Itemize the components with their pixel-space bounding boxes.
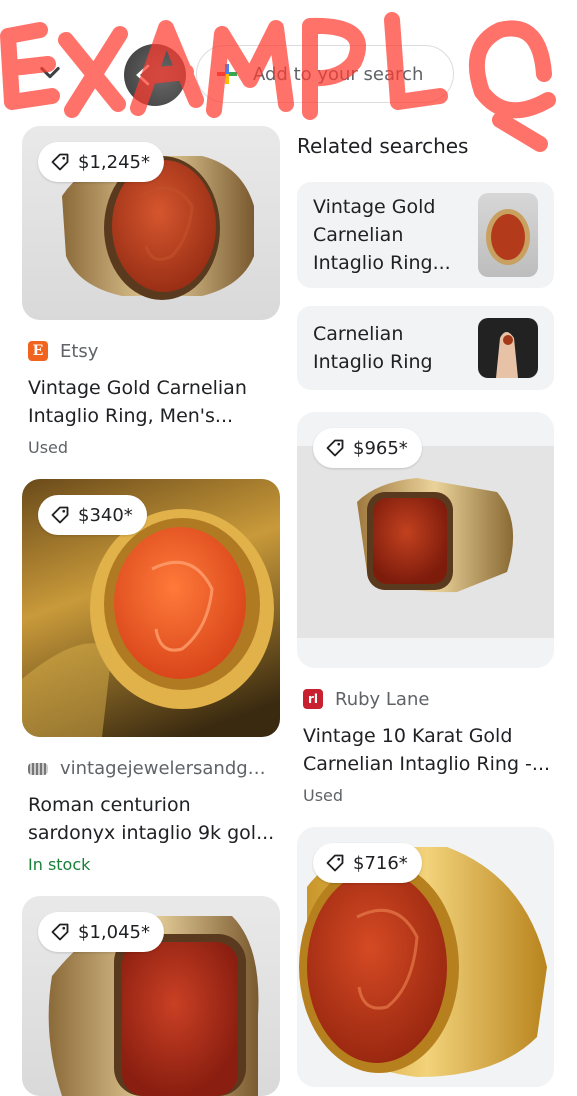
chevron-down-icon [40,66,60,79]
related-search-thumbnail [478,318,538,378]
tag-icon [51,923,69,941]
tag-icon [326,854,344,872]
top-bar: Add to your search [0,0,577,120]
result-card[interactable]: $1,045* [22,896,280,1096]
price: $716* [353,852,408,874]
condition-label: Used [28,438,69,457]
result-card[interactable]: $965* rl Ruby Lane Vintage 10 Karat Gold… [297,412,554,805]
related-search-item[interactable]: Carnelian Intaglio Ring [297,306,554,390]
product-image[interactable]: $965* [297,412,554,668]
price: $1,245* [78,151,150,173]
query-image-thumbnail[interactable] [124,44,186,106]
price-tag: $1,245* [38,142,164,182]
search-placeholder: Add to your search [253,63,424,85]
price: $1,045* [78,921,150,943]
source-row: rl Ruby Lane [297,686,554,712]
price: $965* [353,437,408,459]
price-tag: $340* [38,495,147,535]
price-tag: $1,045* [38,912,164,952]
collapse-button[interactable] [22,44,78,100]
source-row: E Etsy [22,338,280,364]
product-image[interactable]: $340* [22,479,280,737]
add-to-search-button[interactable]: Add to your search [196,45,454,103]
results-column-right: Related searches Vintage Gold Carnelian … [297,126,554,1087]
result-card[interactable]: $716* [297,827,554,1087]
product-image[interactable]: $1,245* [22,126,280,320]
plus-icon [217,64,237,84]
related-search-thumbnail [478,193,538,277]
source-name: vintagejewelersandgift... [60,757,270,779]
chevron-left-icon [136,64,150,86]
related-searches-heading: Related searches [297,134,469,158]
result-title[interactable]: Vintage 10 Karat Gold Carnelian Intaglio… [303,722,554,778]
results-column-left: $1,245* E Etsy Vintage Gold Carnelian In… [22,126,280,1096]
stock-label: In stock [28,855,91,874]
source-name: Ruby Lane [335,688,430,710]
related-search-item[interactable]: Vintage Gold Carnelian Intaglio Ring... [297,182,554,288]
price: $340* [78,504,133,526]
etsy-icon: E [28,341,48,361]
price-tag: $965* [313,428,422,468]
result-card[interactable]: $340* vintagejewelersandgift... Roman ce… [22,479,280,874]
price-tag: $716* [313,843,422,883]
result-title[interactable]: Vintage Gold Carnelian Intaglio Ring, Me… [28,374,280,430]
source-row: vintagejewelersandgift... [22,755,280,781]
tag-icon [51,153,69,171]
source-name: Etsy [60,340,99,362]
ruby-lane-icon: rl [303,689,323,709]
result-title[interactable]: Roman centurion sardonyx intaglio 9k gol… [28,791,280,847]
tag-icon [51,506,69,524]
vintagejewelers-icon [28,763,48,775]
related-search-label: Carnelian Intaglio Ring [313,323,433,373]
product-image[interactable]: $716* [297,827,554,1087]
related-search-label: Vintage Gold Carnelian Intaglio Ring... [313,196,451,274]
tag-icon [326,439,344,457]
result-card[interactable]: $1,245* E Etsy Vintage Gold Carnelian In… [22,126,280,457]
condition-label: Used [303,786,344,805]
product-image[interactable]: $1,045* [22,896,280,1096]
